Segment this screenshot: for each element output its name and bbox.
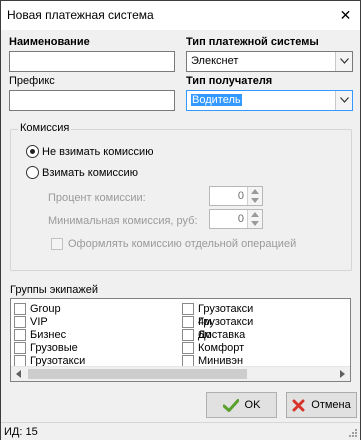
- percent-label: Процент комиссии:: [48, 192, 146, 204]
- name-label: Наименование: [9, 36, 90, 48]
- chevron-down-icon[interactable]: [335, 52, 352, 71]
- checkbox[interactable]: [14, 316, 26, 328]
- payment-type-select[interactable]: Элекснет: [186, 51, 353, 72]
- stepper-arrows-icon: [247, 210, 262, 228]
- commission-group-title: Комиссия: [18, 122, 72, 134]
- cancel-button[interactable]: Отмена: [286, 392, 357, 418]
- min-commission-stepper: 0: [209, 209, 263, 229]
- scroll-left-icon[interactable]: [16, 370, 21, 378]
- checkbox[interactable]: [182, 316, 194, 328]
- status-bar: ИД: 15: [1, 422, 360, 440]
- crew-groups-list: Group VIP Бизнес Грузовые Грузотакси 3м …: [10, 298, 351, 382]
- charge-commission-radio[interactable]: [26, 166, 39, 179]
- checkbox[interactable]: [14, 303, 26, 315]
- cancel-button-label: Отмена: [311, 399, 351, 411]
- crew-groups-label: Группы экипажей: [10, 284, 98, 296]
- ok-button-label: OK: [244, 399, 261, 411]
- horizontal-scrollbar[interactable]: [11, 366, 350, 381]
- payment-type-label: Тип платежной системы: [186, 36, 319, 48]
- charge-commission-label[interactable]: Взимать комиссию: [42, 167, 138, 179]
- name-input[interactable]: [9, 51, 175, 72]
- separate-operation-checkbox: [51, 238, 63, 250]
- window-title: Новая платежная система: [7, 8, 154, 22]
- title-bar: Новая платежная система ✕: [1, 1, 360, 30]
- checkbox[interactable]: [14, 342, 26, 354]
- percent-stepper: 0: [209, 186, 263, 206]
- no-commission-label[interactable]: Не взимать комиссию: [42, 146, 153, 158]
- resize-grip-icon[interactable]: [347, 427, 358, 438]
- recipient-type-select[interactable]: Водитель: [186, 90, 353, 111]
- close-icon: [292, 399, 305, 411]
- checkbox[interactable]: [14, 329, 26, 341]
- ok-button[interactable]: OK: [206, 392, 277, 418]
- record-id: ИД: 15: [4, 426, 38, 438]
- no-commission-radio[interactable]: [26, 145, 39, 158]
- recipient-type-label: Тип получателя: [186, 75, 273, 87]
- min-commission-label: Минимальная комиссия, руб:: [48, 215, 198, 227]
- prefix-label: Префикс: [9, 75, 55, 87]
- radio-dot-icon: [30, 149, 35, 154]
- checkmark-icon: [222, 398, 239, 412]
- close-button[interactable]: ✕: [337, 7, 354, 24]
- stepper-arrows-icon: [247, 187, 262, 205]
- chevron-down-icon[interactable]: [335, 91, 352, 110]
- checkbox[interactable]: [182, 303, 194, 315]
- checkbox[interactable]: [182, 329, 194, 341]
- separate-operation-label: Оформлять комиссию отдельной операцией: [68, 238, 297, 250]
- scrollbar-thumb[interactable]: [28, 369, 247, 379]
- checkbox[interactable]: [182, 342, 194, 354]
- payment-type-value: Элекснет: [191, 55, 239, 67]
- dialog-window: Новая платежная система ✕ Наименование Т…: [0, 0, 361, 440]
- prefix-input[interactable]: [9, 90, 175, 111]
- scroll-right-icon[interactable]: [340, 370, 345, 378]
- recipient-type-value: Водитель: [191, 94, 242, 106]
